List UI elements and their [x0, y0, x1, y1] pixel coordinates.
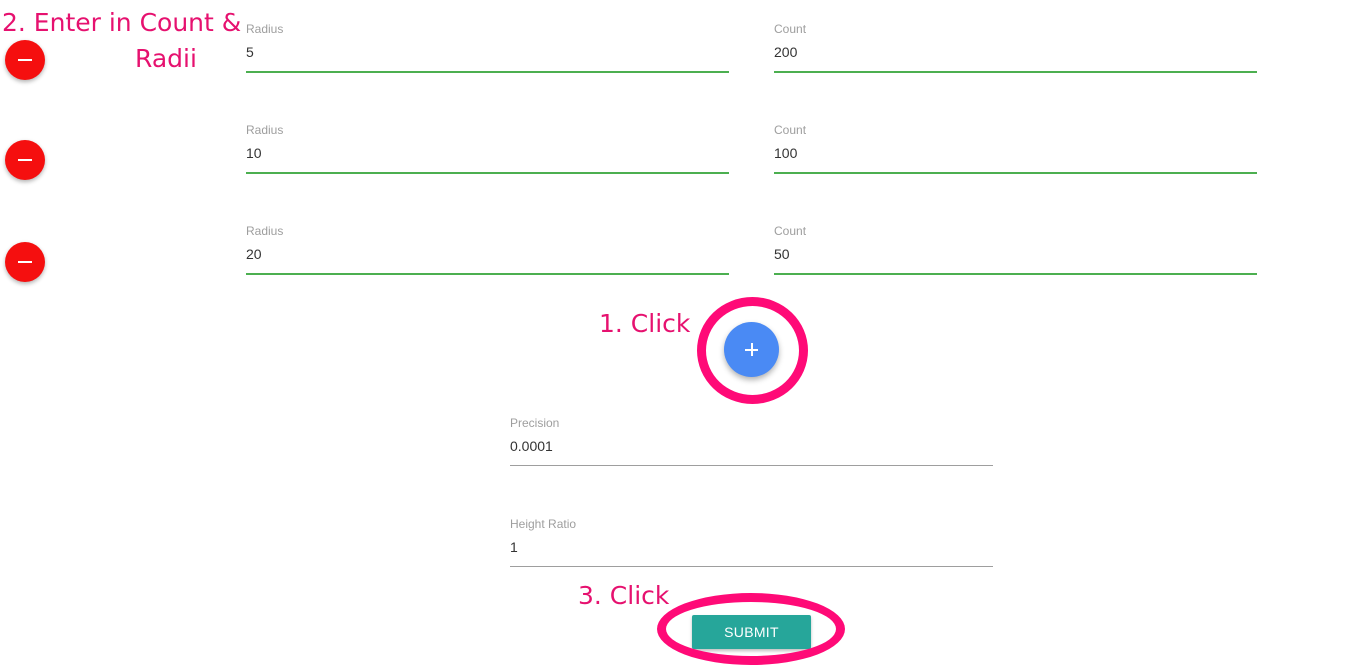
field-underline [774, 273, 1257, 275]
precision-label: Precision [510, 416, 560, 430]
radius-input-row-2[interactable] [246, 141, 729, 165]
field-underline [510, 465, 993, 466]
annotation-step-1: 1. Click [599, 309, 691, 338]
field-underline [246, 273, 729, 275]
count-field-row-1: Count [774, 22, 1257, 84]
count-label: Count [774, 224, 807, 238]
remove-row-1-button[interactable] [5, 40, 45, 80]
count-field-row-3: Count [774, 224, 1257, 286]
minus-icon [18, 59, 32, 61]
annotation-step-3: 3. Click [578, 581, 670, 610]
count-input-row-1[interactable] [774, 40, 1257, 64]
count-field-row-2: Count [774, 123, 1257, 185]
radius-input-row-1[interactable] [246, 40, 729, 64]
count-label: Count [774, 22, 807, 36]
add-row-button[interactable] [724, 322, 779, 377]
minus-icon [18, 261, 32, 263]
annotation-step-2-line-2: Radii [135, 44, 197, 73]
page: 2. Enter in Count & Radii Radius Count R… [0, 0, 1345, 668]
height-ratio-input[interactable] [510, 535, 993, 559]
height-ratio-field: Height Ratio [510, 517, 993, 579]
plus-icon-vertical [751, 343, 753, 356]
radius-label: Radius [246, 123, 284, 137]
height-ratio-label: Height Ratio [510, 517, 577, 531]
remove-row-2-button[interactable] [5, 140, 45, 180]
annotation-step-2-line-1: 2. Enter in Count & [2, 8, 242, 37]
radius-label: Radius [246, 224, 284, 238]
radius-field-row-1: Radius [246, 22, 729, 84]
submit-button[interactable]: SUBMIT [692, 615, 811, 649]
radius-input-row-3[interactable] [246, 242, 729, 266]
count-label: Count [774, 123, 807, 137]
field-underline [246, 71, 729, 73]
precision-field: Precision [510, 416, 993, 478]
radius-label: Radius [246, 22, 284, 36]
field-underline [510, 566, 993, 567]
count-input-row-3[interactable] [774, 242, 1257, 266]
remove-row-3-button[interactable] [5, 242, 45, 282]
field-underline [774, 71, 1257, 73]
radius-field-row-2: Radius [246, 123, 729, 185]
field-underline [246, 172, 729, 174]
minus-icon [18, 159, 32, 161]
count-input-row-2[interactable] [774, 141, 1257, 165]
radius-field-row-3: Radius [246, 224, 729, 286]
precision-input[interactable] [510, 434, 993, 458]
field-underline [774, 172, 1257, 174]
